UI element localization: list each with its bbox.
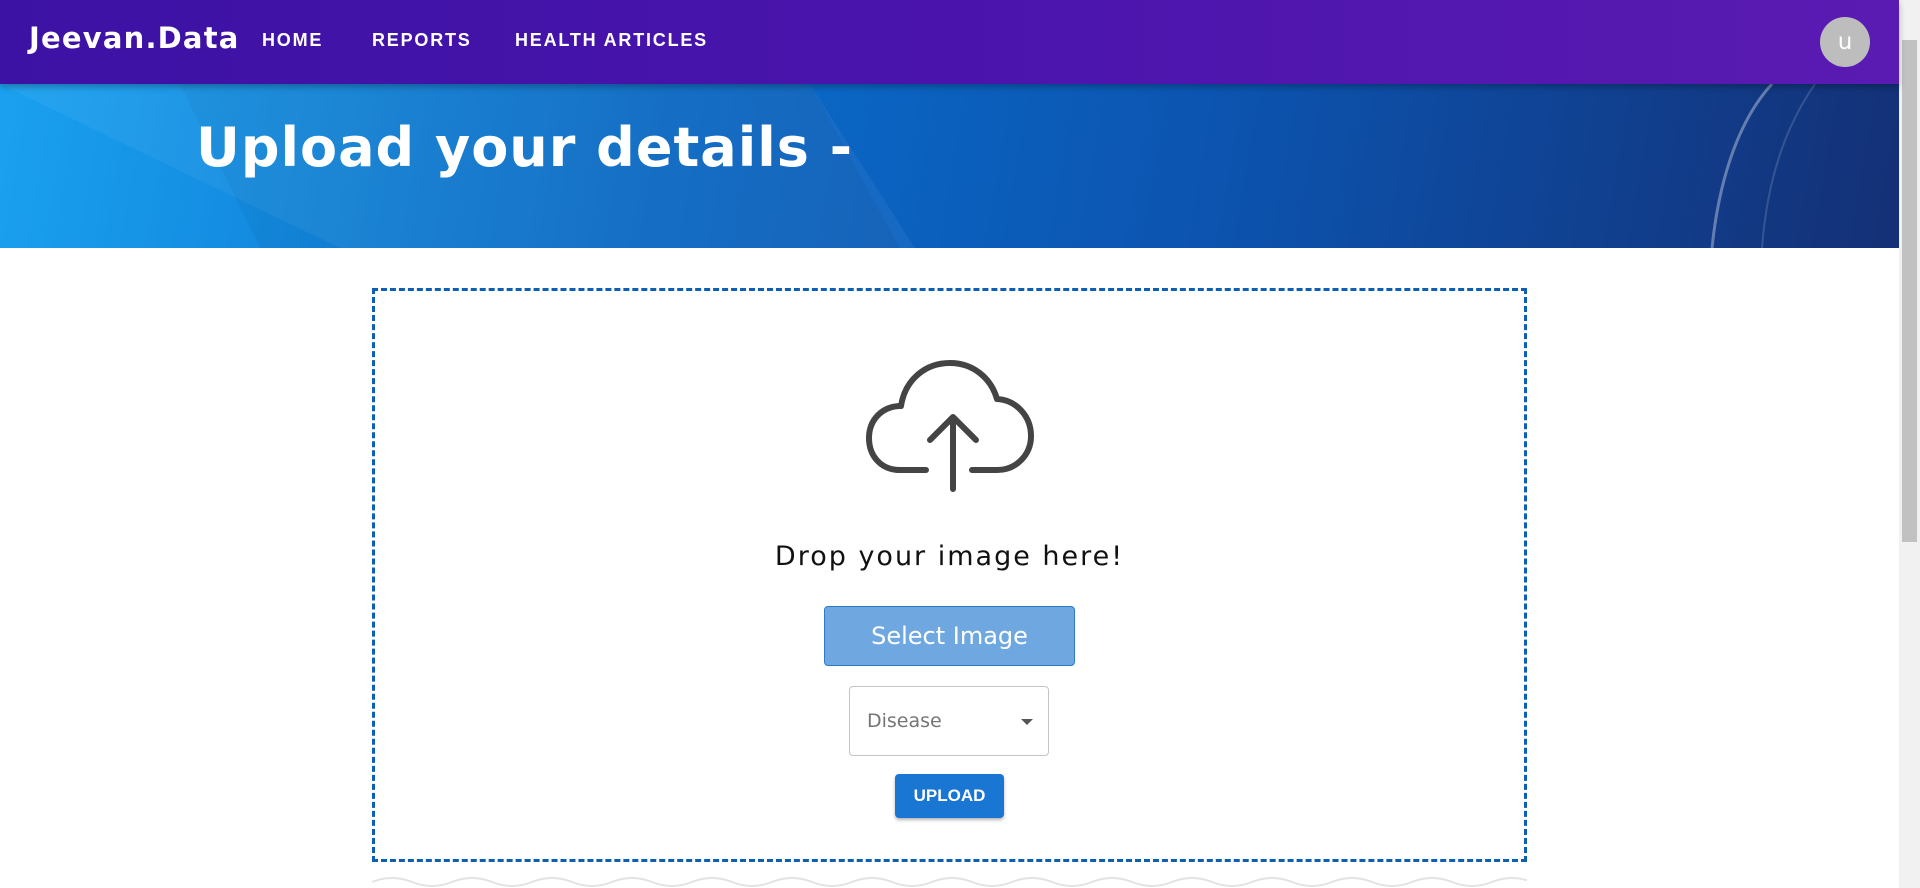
user-avatar[interactable]: u	[1820, 17, 1870, 67]
bottom-pattern-decoration	[372, 877, 1527, 887]
top-navbar: Jeevan.Data HOME REPORTS HEALTH ARTICLES…	[0, 0, 1899, 84]
select-image-button[interactable]: Select Image	[824, 606, 1075, 666]
disease-select[interactable]: Disease	[849, 686, 1049, 756]
scrollbar-thumb[interactable]	[1902, 40, 1917, 542]
caret-down-icon	[1021, 719, 1033, 725]
drop-instruction: Drop your image here!	[774, 541, 1125, 572]
page-title: Upload your details -	[196, 116, 854, 179]
hero-banner: Upload your details -	[0, 84, 1899, 248]
nav-link-home[interactable]: HOME	[262, 30, 323, 51]
brand-logo[interactable]: Jeevan.Data	[29, 21, 240, 55]
disease-select-placeholder: Disease	[867, 710, 942, 732]
upload-button[interactable]: UPLOAD	[895, 774, 1004, 818]
nav-link-reports[interactable]: REPORTS	[372, 30, 472, 51]
cloud-upload-icon	[866, 360, 1034, 492]
nav-link-health-articles[interactable]: HEALTH ARTICLES	[515, 30, 708, 51]
